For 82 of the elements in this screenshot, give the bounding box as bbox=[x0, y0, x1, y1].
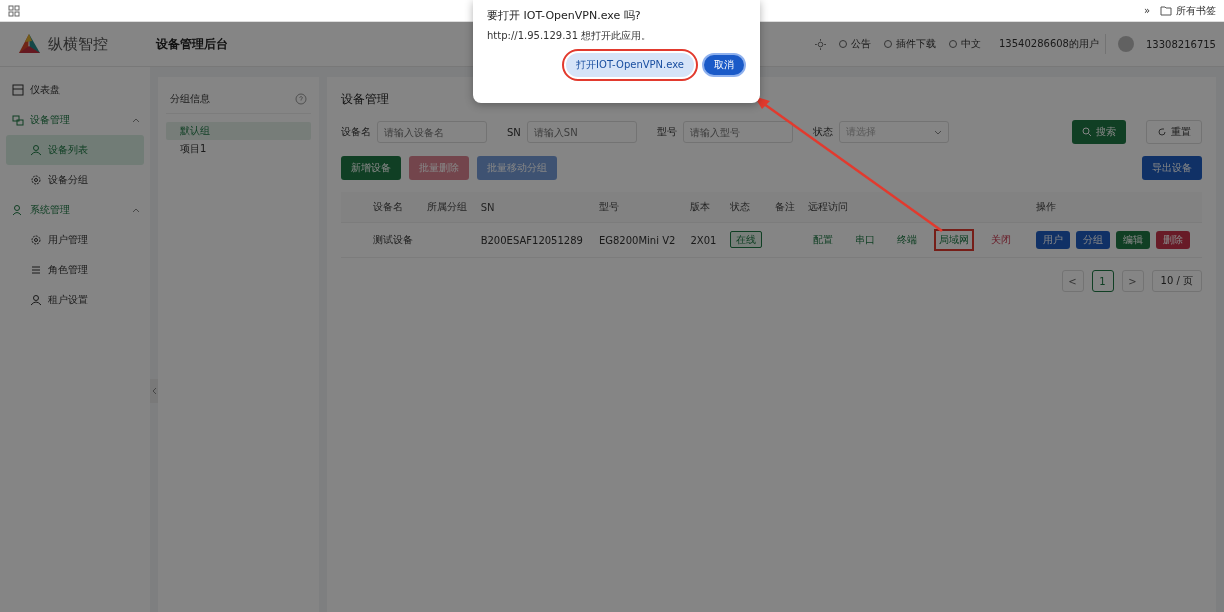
help-icon[interactable] bbox=[295, 93, 307, 105]
filter-label: 型号 bbox=[656, 125, 677, 139]
chevron-icon bbox=[132, 207, 140, 213]
page-button[interactable]: 1 bbox=[1091, 270, 1114, 292]
sun-icon[interactable] bbox=[815, 38, 826, 50]
app-title: 设备管理后台 bbox=[156, 35, 228, 53]
apps-icon[interactable] bbox=[8, 4, 20, 17]
column-header: 远程访问 bbox=[808, 201, 849, 212]
user-icon bbox=[12, 204, 24, 216]
search-button[interactable]: 搜索 bbox=[1072, 120, 1126, 144]
dialog-message: http://1.95.129.31 想打开此应用。 bbox=[487, 29, 653, 43]
refresh-icon bbox=[1157, 127, 1167, 137]
filter-field[interactable]: 请输入型号 bbox=[682, 121, 793, 143]
submenu-item[interactable]: 用户管理 bbox=[0, 225, 150, 255]
remote-link[interactable]: 串口 bbox=[850, 229, 881, 251]
submenu-item[interactable]: 租户设置 bbox=[0, 285, 150, 315]
folder-icon bbox=[1160, 5, 1172, 16]
column-header: 版本 bbox=[690, 201, 711, 212]
chevron-icon bbox=[132, 117, 140, 123]
overflow-button[interactable]: » bbox=[1143, 5, 1150, 16]
submenu-item[interactable]: 设备分组 bbox=[0, 165, 150, 195]
action-button[interactable]: 编辑 bbox=[1116, 231, 1151, 249]
menu-item[interactable]: 系统管理 bbox=[0, 195, 150, 225]
search-icon bbox=[1082, 127, 1092, 137]
action-button[interactable]: 分组 bbox=[1076, 231, 1111, 249]
action-button[interactable]: 用户 bbox=[1036, 231, 1071, 249]
table-cell: EG8200Mini V2 bbox=[598, 234, 676, 246]
group-item[interactable]: 默认组 bbox=[166, 122, 311, 140]
reset-button[interactable]: 重置 bbox=[1146, 120, 1202, 144]
page-size-select[interactable]: 10 / 页 bbox=[1151, 270, 1202, 292]
devices-icon bbox=[12, 114, 24, 126]
collapse-handle[interactable] bbox=[150, 379, 158, 403]
user-icon bbox=[30, 294, 42, 306]
list-icon bbox=[30, 264, 42, 276]
dashboard-icon bbox=[12, 84, 24, 96]
submenu-item[interactable]: 角色管理 bbox=[0, 255, 150, 285]
group-item[interactable]: 项目1 bbox=[166, 140, 311, 158]
table-cell: B200ESAF12051289 bbox=[480, 234, 583, 246]
gear-icon bbox=[30, 234, 42, 246]
avatar-icon[interactable] bbox=[1118, 36, 1134, 52]
chevron-icon bbox=[933, 129, 942, 135]
header-link[interactable]: 插件下载 bbox=[896, 37, 936, 51]
column-header: 型号 bbox=[598, 201, 619, 212]
prev-page-button[interactable]: < bbox=[1061, 270, 1084, 292]
bookmarks-link[interactable]: 所有书签 bbox=[1176, 3, 1216, 18]
tenant-selector[interactable]: 13540286608的用户 bbox=[993, 34, 1106, 54]
dialog-title: 要打开 IOT-OpenVPN.exe 吗? bbox=[487, 8, 642, 23]
filter-label: SN bbox=[507, 126, 521, 138]
table-cell: 2X01 bbox=[690, 234, 717, 246]
remote-link[interactable]: 终端 bbox=[892, 229, 923, 251]
panel-title: 分组信息 bbox=[170, 92, 210, 106]
column-header: 备注 bbox=[775, 201, 796, 212]
export-button[interactable]: 导出设备 bbox=[1142, 156, 1202, 180]
status-tag: 在线 bbox=[729, 231, 762, 248]
cancel-button[interactable]: 取消 bbox=[702, 53, 746, 77]
submenu-item[interactable]: 设备列表 bbox=[6, 135, 144, 165]
gear-icon bbox=[30, 174, 42, 186]
column-header: SN bbox=[480, 201, 495, 213]
remote-link[interactable]: 配置 bbox=[808, 229, 839, 251]
column-header: 所属分组 bbox=[426, 201, 467, 212]
next-page-button[interactable]: > bbox=[1121, 270, 1144, 292]
user-icon bbox=[30, 144, 42, 156]
filter-label: 设备名 bbox=[341, 125, 371, 139]
filter-field[interactable]: 请输入设备名 bbox=[377, 121, 487, 143]
toolbar-button[interactable]: 新增设备 bbox=[341, 156, 401, 180]
filter-label: 状态 bbox=[812, 125, 833, 139]
header-link[interactable]: 中文 bbox=[961, 37, 981, 51]
brand-name: 纵横智控 bbox=[48, 34, 108, 54]
remote-link[interactable]: 局域网 bbox=[934, 229, 975, 251]
column-header: 设备名 bbox=[373, 201, 403, 212]
header-link[interactable]: 公告 bbox=[851, 37, 871, 51]
filter-field[interactable]: 请输入SN bbox=[526, 121, 637, 143]
action-button[interactable]: 删除 bbox=[1156, 231, 1191, 249]
table-cell: 测试设备 bbox=[373, 234, 413, 245]
logo-icon bbox=[16, 33, 42, 55]
menu-item[interactable]: 仪表盘 bbox=[0, 75, 150, 105]
column-header: 操作 bbox=[1036, 201, 1057, 212]
column-header: 状态 bbox=[729, 201, 750, 212]
remote-link[interactable]: 关闭 bbox=[986, 229, 1017, 251]
menu-item[interactable]: 设备管理 bbox=[0, 105, 150, 135]
page-title: 设备管理 bbox=[341, 91, 390, 108]
user-name[interactable]: 13308216715 bbox=[1146, 38, 1216, 50]
